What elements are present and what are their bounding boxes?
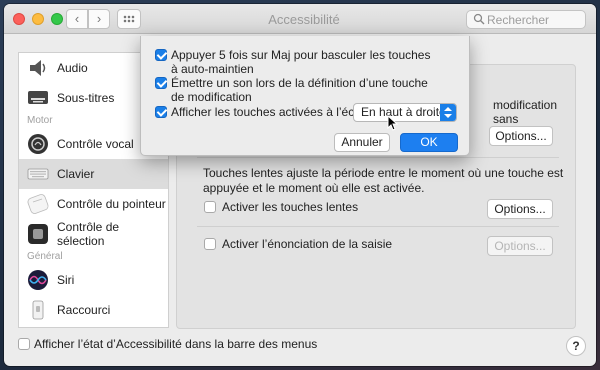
sidebar-item-label: Siri [57,273,75,287]
sidebar-item-label: Contrôle vocal [57,137,134,151]
voice-control-icon [28,134,48,154]
speaker-icon [27,57,49,79]
shift-five-times-checkbox[interactable] [155,49,167,61]
modifier-sound-checkbox[interactable] [155,77,167,89]
cancel-button[interactable]: Annuler [334,133,390,152]
ok-button[interactable]: OK [400,133,458,152]
close-window-button[interactable] [13,13,25,25]
typing-feedback-checkbox[interactable] [204,238,216,250]
shortcut-icon [32,300,44,320]
display-pressed-keys-checkbox[interactable] [155,106,167,118]
sidebar-item-shortcut[interactable]: Raccourci [19,295,168,325]
title-bar: ‹ › Accessibilité [4,4,596,34]
help-button[interactable]: ? [566,336,586,356]
sidebar-item-siri[interactable]: Siri [19,265,168,295]
section-header-general: Général [27,251,63,262]
sticky-keys-description-partial: modification sans [493,98,558,126]
slow-keys-description-line2: appuyée et le moment où elle est activée… [203,181,425,195]
sidebar-item-label: Contrôle de sélection [57,220,120,248]
sidebar-item-label: Sous-titres [57,91,115,105]
sidebar-item-keyboard[interactable]: Clavier [19,159,168,189]
typing-feedback-label: Activer l’énonciation de la saisie [222,237,393,251]
slow-keys-options-button[interactable]: Options... [487,199,553,219]
divider [197,157,559,158]
sidebar-item-label: Audio [57,61,88,75]
divider [197,226,559,227]
pointer-icon [27,194,49,214]
sidebar-item-label: Raccourci [57,303,111,317]
mouse-pointer-icon [387,115,399,131]
zoom-window-button[interactable] [51,13,63,25]
chevron-right-icon: › [96,11,102,26]
sidebar-item-switch-control[interactable]: Contrôle de sélection [19,219,168,249]
chevron-left-icon: ‹ [74,11,80,26]
shift-five-times-label-line2: à auto-maintien [171,62,254,76]
captions-icon [28,91,48,104]
siri-icon [28,270,48,290]
screen-position-select[interactable]: En haut à droite [353,103,457,122]
window-title: Accessibilité [268,12,340,27]
menu-bar-status-label: Afficher l’état d’Accessibilité dans la … [34,337,318,351]
sidebar-item-label: Clavier [57,167,95,181]
search-icon [473,13,485,25]
show-all-button[interactable] [117,9,141,29]
sticky-keys-options-sheet: Appuyer 5 fois sur Maj pour basculer les… [140,36,470,156]
chevron-updown-icon [440,104,456,121]
keyboard-icon [27,168,49,180]
modifier-sound-label-line2: de modification [171,90,252,104]
screen-position-value: En haut à droite [361,105,446,119]
slow-keys-checkbox[interactable] [204,201,216,213]
slow-keys-description-line1: Touches lentes ajuste la période entre l… [203,166,564,180]
forward-button[interactable]: › [88,9,110,29]
preferences-window: ‹ › Accessibilité Audio [4,4,596,366]
minimize-window-button[interactable] [32,13,44,25]
shift-five-times-label-line1: Appuyer 5 fois sur Maj pour basculer les… [171,48,431,62]
sidebar-item-label: Contrôle du pointeur [57,197,166,211]
typing-feedback-options-button[interactable]: Options... [487,236,553,256]
menu-bar-status-checkbox[interactable] [18,338,30,350]
switch-control-icon [28,224,48,244]
grid-icon [123,15,135,23]
display-pressed-keys-label: Afficher les touches activées à l’écran … [171,105,379,119]
sidebar-item-pointer-control[interactable]: Contrôle du pointeur [19,189,168,219]
back-button[interactable]: ‹ [66,9,88,29]
search-field[interactable] [466,10,586,29]
sticky-keys-options-button[interactable]: Options... [489,126,553,146]
modifier-sound-label-line1: Émettre un son lors de la définition d’u… [171,76,428,90]
slow-keys-label: Activer les touches lentes [222,200,359,214]
search-input[interactable] [487,12,583,27]
